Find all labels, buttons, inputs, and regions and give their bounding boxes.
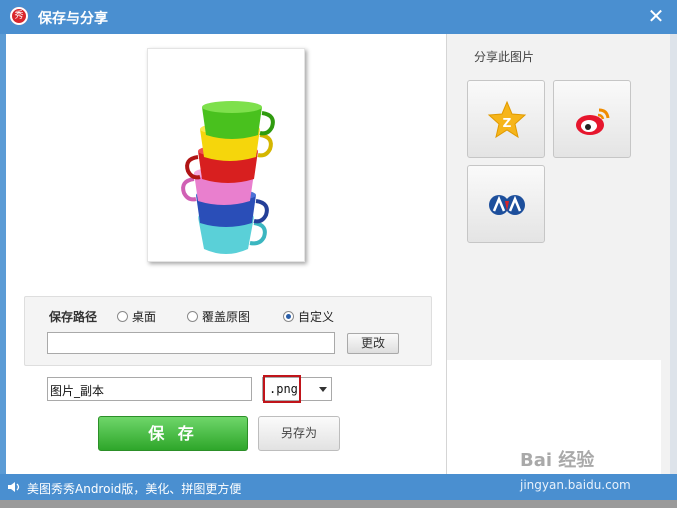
weibo-icon [576, 108, 610, 135]
filename-input[interactable]: 图片_副本 [47, 377, 252, 401]
radio-dot-selected[interactable] [283, 310, 294, 322]
share-pane: 分享此图片 Z [446, 34, 671, 474]
format-select[interactable]: .png [262, 375, 332, 403]
radio-overwrite-original[interactable]: 覆盖原图 [187, 308, 250, 324]
radio-dot[interactable] [117, 310, 128, 322]
radio-overwrite-label: 覆盖原图 [202, 309, 251, 324]
image-preview [147, 48, 305, 262]
save-pane: 保存路径 桌面 覆盖原图 自定义 更改 图片_副本 .png 保 存 另存为 [6, 34, 446, 474]
format-value: .png [269, 382, 298, 396]
renren-icon [489, 195, 525, 215]
share-weibo-button[interactable] [553, 80, 631, 158]
save-path-panel: 保存路径 桌面 覆盖原图 自定义 更改 [24, 296, 432, 366]
change-path-button[interactable]: 更改 [347, 333, 399, 354]
svg-text:Z: Z [503, 116, 512, 130]
close-button[interactable]: ✕ [646, 6, 666, 26]
status-bar: 美图秀秀Android版，美化、拼图更方便 jingyan.baidu.com [0, 474, 677, 500]
dialog-body: 保存路径 桌面 覆盖原图 自定义 更改 图片_副本 .png 保 存 另存为 分… [6, 34, 671, 474]
radio-desktop-label: 桌面 [132, 309, 157, 324]
title-bar[interactable]: 秀 保存与分享 ✕ [0, 0, 677, 34]
bottom-strip [0, 500, 677, 508]
radio-custom-label: 自定义 [298, 309, 335, 324]
save-button[interactable]: 保 存 [98, 416, 248, 451]
radio-dot[interactable] [187, 310, 198, 322]
save-share-dialog: 秀 保存与分享 ✕ 保存路径 桌面 覆盖原图 自定义 更改 图片_副本 .png… [0, 0, 677, 508]
radio-custom[interactable]: 自定义 [283, 308, 334, 324]
status-promo-link[interactable]: 美图秀秀Android版，美化、拼图更方便 [27, 480, 241, 497]
meitu-logo-icon: 秀 [10, 7, 28, 25]
save-path-input[interactable] [47, 332, 335, 354]
baidu-watermark-url: jingyan.baidu.com [520, 478, 631, 492]
qzone-icon: Z [487, 100, 527, 139]
save-as-button[interactable]: 另存为 [258, 416, 340, 451]
window-right-edge [670, 34, 677, 474]
baidu-watermark: Bai 经验 [520, 450, 595, 471]
dialog-title: 保存与分享 [38, 11, 108, 27]
share-title: 分享此图片 [474, 50, 535, 64]
speaker-icon [8, 482, 20, 492]
chevron-down-icon[interactable] [319, 387, 327, 392]
share-qzone-button[interactable]: Z [467, 80, 545, 158]
save-path-label: 保存路径 [49, 310, 98, 324]
radio-desktop[interactable]: 桌面 [117, 308, 156, 324]
share-renren-button[interactable] [467, 165, 545, 243]
stacked-cups-image [181, 101, 275, 254]
